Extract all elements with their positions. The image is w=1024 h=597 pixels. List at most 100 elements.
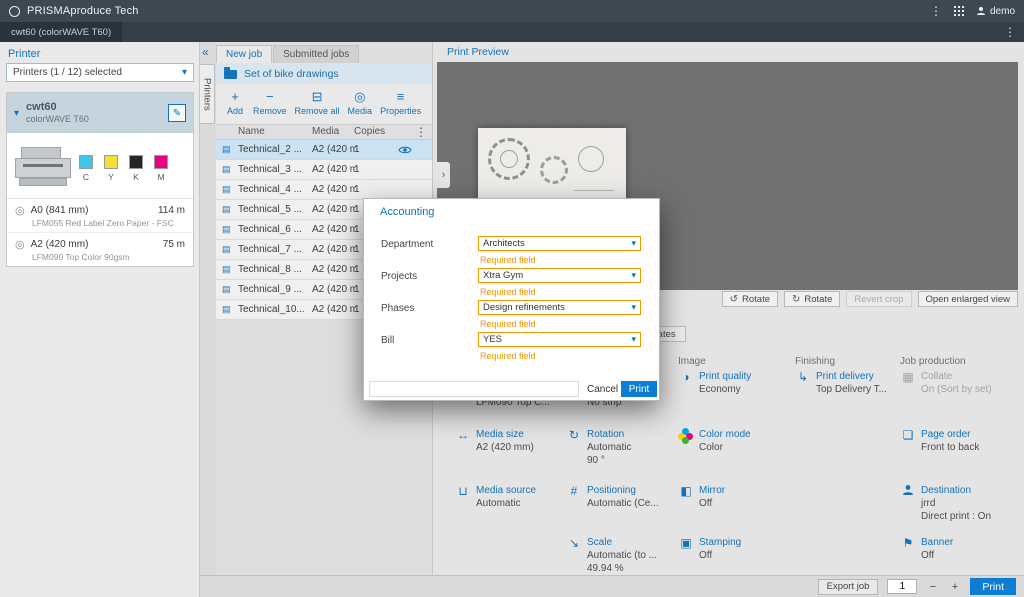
job-name: Technical_4 ...	[238, 184, 310, 195]
tab-new-job[interactable]: New job	[216, 45, 272, 63]
setting-tile-rotation[interactable]: ↻ Rotation Automatic 90 °	[566, 428, 674, 484]
printer-card[interactable]: ▾ cwt60 colorWAVE T60 ✎ C Y K M	[6, 92, 194, 267]
media-button[interactable]: ◎ Media	[345, 88, 376, 124]
chevron-down-icon: ▾	[631, 238, 636, 249]
chevron-down-icon: ▾	[631, 302, 636, 313]
chevron-down-icon: ▾	[631, 334, 636, 345]
printer-tab[interactable]: cwt60 (colorWAVE T60)	[0, 22, 122, 42]
folder-icon	[224, 70, 237, 79]
setting-tile-print-delivery[interactable]: ↳ Print delivery Top Delivery T...	[795, 370, 895, 428]
setting-tile-destination[interactable]: Destination jrrd Direct print : On	[900, 484, 1018, 536]
setting-tile-stamping[interactable]: ▣ Stamping Off	[678, 536, 790, 562]
job-copies: 1	[354, 224, 360, 235]
setting-tile-collate[interactable]: ▦ Collate On (Sort by set)	[900, 370, 1018, 428]
copies-decrement-button[interactable]: −	[926, 579, 939, 594]
job-copies: 1	[354, 304, 360, 315]
table-row[interactable]: ▤ Technical_4 ... A2 (420 m... 1	[216, 180, 432, 200]
job-media: A2 (420 m...	[312, 264, 356, 275]
table-row[interactable]: ▤ Technical_2 ... A2 (420 m... 1	[216, 140, 432, 160]
add-button[interactable]: + Add	[222, 88, 248, 124]
job-name: Technical_9 ...	[238, 284, 310, 295]
job-media: A2 (420 m...	[312, 284, 356, 295]
cancel-button[interactable]: Cancel	[583, 382, 622, 397]
tab-submitted-jobs[interactable]: Submitted jobs	[273, 45, 359, 63]
apps-grid-icon[interactable]	[954, 6, 956, 8]
setting-tile-media-source[interactable]: ⊔ Media source Automatic	[455, 484, 561, 536]
job-name: Technical_7 ...	[238, 244, 310, 255]
bill-select[interactable]: YES ▾	[478, 332, 641, 347]
job-media: A2 (420 m...	[312, 304, 356, 315]
chevron-down-icon: ▾	[182, 67, 187, 78]
setting-tile-page-order[interactable]: ❏ Page order Front to back	[900, 428, 1018, 484]
table-menu-icon[interactable]: ⋮	[415, 126, 427, 138]
expand-panel-icon[interactable]: ›	[437, 162, 450, 188]
setting-tile-scale[interactable]: ↘ Scale Automatic (to ... 49.94 %	[566, 536, 674, 575]
media-roll-item[interactable]: ◎ A0 (841 mm) 114 m LFM055 Red Label Zer…	[7, 199, 193, 233]
job-media: A2 (420 m...	[312, 224, 356, 235]
revert-crop-button[interactable]: Revert crop	[846, 291, 911, 307]
collapse-panel-icon[interactable]: «	[202, 45, 209, 59]
setting-tile-mirror[interactable]: ◧ Mirror Off	[678, 484, 790, 536]
ink-magenta: M	[154, 155, 168, 182]
media-roll-item[interactable]: ◎ A2 (420 mm) 75 m LFM090 Top Color 90gs…	[7, 233, 193, 266]
printer-section-label: Printer	[8, 48, 40, 60]
printer-card-header[interactable]: ▾ cwt60 colorWAVE T60 ✎	[7, 93, 193, 133]
print-button[interactable]: Print	[970, 578, 1016, 595]
printers-vertical-tab[interactable]: Printers	[200, 64, 215, 124]
remove-button[interactable]: − Remove	[250, 88, 290, 124]
projects-select[interactable]: Xtra Gym ▾	[478, 268, 641, 283]
media-source-icon: ⊔	[455, 484, 471, 498]
rotate-right-icon: ↻	[792, 294, 800, 305]
job-name: Technical_2 ...	[238, 144, 310, 155]
setting-tile-banner[interactable]: ⚑ Banner Off	[900, 536, 1018, 562]
printer-name: cwt60	[26, 101, 89, 114]
pencil-icon: ✎	[173, 108, 181, 119]
department-select[interactable]: Architects ▾	[478, 236, 641, 251]
dialog-remark-field[interactable]	[369, 381, 579, 397]
properties-button[interactable]: ≡ Properties	[377, 88, 424, 124]
job-name: Technical_10...	[238, 304, 310, 315]
column-header-media[interactable]: Media	[312, 126, 339, 137]
remove-icon: −	[266, 90, 274, 104]
accounting-dialog: Accounting Department Architects ▾ Requi…	[363, 198, 660, 401]
document-icon: ▤	[222, 264, 231, 274]
dialog-print-button[interactable]: Print	[621, 381, 657, 397]
copies-input[interactable]	[887, 579, 917, 594]
settings-column-image: ◑ Print quality Economy Color mode Color…	[678, 370, 790, 562]
section-header-image: Image	[678, 356, 706, 367]
ink-cyan: C	[79, 155, 93, 182]
printers-select-value: Printers (1 / 12) selected	[13, 67, 122, 78]
print-quality-icon: ◑	[678, 370, 694, 384]
overflow-menu-icon[interactable]: ⋮	[930, 5, 942, 17]
ink-black: K	[129, 155, 143, 182]
copies-increment-button[interactable]: +	[948, 579, 961, 594]
bill-label: Bill	[381, 335, 394, 346]
table-row[interactable]: ▤ Technical_3 ... A2 (420 m... 1	[216, 160, 432, 180]
eye-icon[interactable]	[398, 145, 412, 158]
setting-tile-color-mode[interactable]: Color mode Color	[678, 428, 790, 484]
column-header-name[interactable]: Name	[238, 126, 265, 137]
remove-all-button[interactable]: ⊟ Remove all	[292, 88, 343, 124]
job-copies: 1	[354, 284, 360, 295]
rotate-right-button[interactable]: ↻ Rotate	[784, 291, 840, 307]
chevron-down-icon[interactable]: ▾	[14, 108, 19, 119]
job-copies: 1	[354, 244, 360, 255]
edit-printer-button[interactable]: ✎	[168, 104, 186, 122]
document-icon: ▤	[222, 204, 231, 214]
job-copies: 1	[354, 164, 360, 175]
export-job-button[interactable]: Export job	[818, 579, 879, 595]
open-enlarged-view-button[interactable]: Open enlarged view	[918, 291, 1019, 307]
setting-tile-media-size[interactable]: ↔ Media size A2 (420 mm)	[455, 428, 561, 484]
document-icon: ▤	[222, 184, 231, 194]
job-media: A2 (420 m...	[312, 204, 356, 215]
phases-select[interactable]: Design refinements ▾	[478, 300, 641, 315]
rotate-left-button[interactable]: ↺ Rotate	[722, 291, 778, 307]
printer-model: colorWAVE T60	[26, 114, 89, 125]
print-delivery-icon: ↳	[795, 370, 811, 384]
setting-tile-positioning[interactable]: # Positioning Automatic (Ce...	[566, 484, 674, 536]
setting-tile-print-quality[interactable]: ◑ Print quality Economy	[678, 370, 790, 428]
printers-select[interactable]: Printers (1 / 12) selected ▾	[6, 63, 194, 82]
user-menu[interactable]: demo	[976, 6, 1015, 17]
tab-bar-menu-icon[interactable]: ⋮	[1004, 26, 1016, 38]
column-header-copies[interactable]: Copies	[354, 126, 385, 137]
